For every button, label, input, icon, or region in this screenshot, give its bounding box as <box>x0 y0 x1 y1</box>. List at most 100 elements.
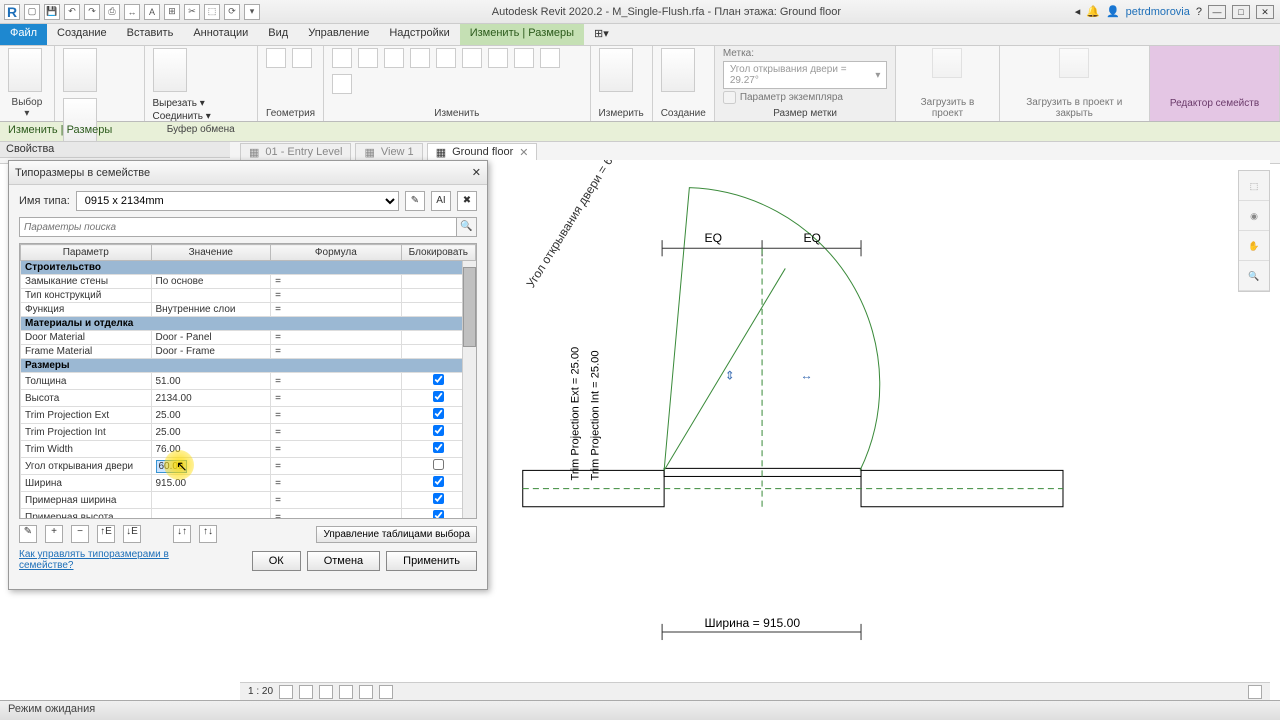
qat-section-icon[interactable]: ✂ <box>184 4 200 20</box>
qat-measure-icon[interactable]: ↔ <box>124 4 140 20</box>
delete-type-icon[interactable]: ✖ <box>457 191 477 211</box>
crop-region-icon[interactable] <box>379 685 393 699</box>
param-row[interactable]: ФункцияВнутренние слои= <box>21 303 476 317</box>
add-param-icon[interactable]: + <box>45 525 63 543</box>
move-down-icon[interactable]: ↓E <box>123 525 141 543</box>
load-close-icon[interactable] <box>1059 48 1089 78</box>
search-icon[interactable]: 🔍 <box>456 218 476 236</box>
split-icon[interactable] <box>462 48 482 68</box>
pin-icon[interactable] <box>332 74 352 94</box>
tab-close-icon[interactable]: ✕ <box>519 146 528 159</box>
join-button[interactable]: Соединить ▾ <box>153 111 211 122</box>
type-name-select[interactable]: 0915 x 2134mm <box>76 191 399 211</box>
qat-save-icon[interactable]: 💾 <box>44 4 60 20</box>
notify-icon[interactable]: 🔔 <box>1086 5 1100 18</box>
user-icon[interactable]: 👤 <box>1106 5 1120 18</box>
param-row[interactable]: Замыкание стеныПо основе= <box>21 275 476 289</box>
qat-dropdown-icon[interactable]: ▾ <box>244 4 260 20</box>
geom-icon-2[interactable] <box>292 48 312 68</box>
create-icon[interactable] <box>661 48 695 92</box>
minimize-button[interactable]: — <box>1208 5 1226 19</box>
cut-button[interactable]: Вырезать ▾ <box>153 98 211 109</box>
select-tool-icon[interactable] <box>8 48 42 92</box>
user-name[interactable]: petrdmorovia <box>1126 6 1190 18</box>
qat-undo-icon[interactable]: ↶ <box>64 4 80 20</box>
visual-style-icon[interactable] <box>299 685 313 699</box>
group-header[interactable]: Строительство⌃ <box>21 261 476 275</box>
move-icon[interactable] <box>332 48 352 68</box>
col-value[interactable]: Значение <box>151 245 271 261</box>
rename-type-icon[interactable]: AI <box>431 191 451 211</box>
param-row[interactable]: Frame MaterialDoor - Frame= <box>21 345 476 359</box>
del-param-icon[interactable]: − <box>71 525 89 543</box>
sort-asc-icon[interactable]: ↓↑ <box>173 525 191 543</box>
measure-icon[interactable] <box>599 48 633 92</box>
param-row[interactable]: Trim Projection Int25.00= <box>21 424 476 441</box>
param-row[interactable]: Угол открывания двери60.00= <box>21 458 476 475</box>
new-type-icon[interactable]: ✎ <box>405 191 425 211</box>
nav-wheel-icon[interactable]: ◉ <box>1239 201 1269 231</box>
help-icon[interactable]: ? <box>1196 6 1202 18</box>
col-parameter[interactable]: Параметр <box>21 245 152 261</box>
load-project-icon[interactable] <box>932 48 962 78</box>
dialog-close-icon[interactable]: ✕ <box>472 166 481 179</box>
tab-modify-dimensions[interactable]: Изменить | Размеры <box>460 24 584 45</box>
detail-level-icon[interactable] <box>279 685 293 699</box>
param-row[interactable]: Тип конструкций= <box>21 289 476 303</box>
instance-param-checkbox[interactable]: Параметр экземпляра <box>723 91 888 104</box>
qat-redo-icon[interactable]: ↷ <box>84 4 100 20</box>
arrow-left-icon[interactable]: ◂ <box>1075 5 1081 18</box>
param-row[interactable]: Примерная ширина= <box>21 492 476 509</box>
param-row[interactable]: Ширина915.00= <box>21 475 476 492</box>
qat-sync-icon[interactable]: ⟳ <box>224 4 240 20</box>
maximize-button[interactable]: □ <box>1232 5 1250 19</box>
param-row[interactable]: Примерная высота= <box>21 509 476 520</box>
close-button[interactable]: ✕ <box>1256 5 1274 19</box>
scrollbar-thumb[interactable] <box>463 267 476 347</box>
geom-icon[interactable] <box>266 48 286 68</box>
apply-button[interactable]: Применить <box>386 551 477 571</box>
search-box[interactable]: 🔍 <box>19 217 477 237</box>
param-row[interactable]: Высота2134.00= <box>21 390 476 407</box>
tab-view[interactable]: Вид <box>258 24 298 45</box>
tab-create[interactable]: Создание <box>47 24 117 45</box>
qat-text-icon[interactable]: A <box>144 4 160 20</box>
shadows-icon[interactable] <box>339 685 353 699</box>
param-row[interactable]: Trim Width76.00= <box>21 441 476 458</box>
parameters-grid[interactable]: Параметр Значение Формула Блокировать Ст… <box>19 243 477 519</box>
ok-button[interactable]: ОК <box>252 551 301 571</box>
col-lock[interactable]: Блокировать <box>401 245 475 261</box>
mirror-icon[interactable] <box>410 48 430 68</box>
nav-pan-icon[interactable]: ✋ <box>1239 231 1269 261</box>
move-up-icon[interactable]: ↑E <box>97 525 115 543</box>
param-row[interactable]: Толщина51.00= <box>21 373 476 390</box>
tab-insert[interactable]: Вставить <box>117 24 184 45</box>
qat-dim-icon[interactable]: ⊞ <box>164 4 180 20</box>
rotate-icon[interactable] <box>384 48 404 68</box>
search-input[interactable] <box>20 218 456 236</box>
crop-icon[interactable] <box>359 685 373 699</box>
tab-annotate[interactable]: Аннотации <box>183 24 258 45</box>
copy-icon[interactable] <box>358 48 378 68</box>
tab-extra-icon[interactable]: ⊞▾ <box>584 24 619 45</box>
marker-dropdown[interactable]: Угол открывания двери = 29.27°▾ <box>723 61 888 89</box>
group-header[interactable]: Материалы и отделка⌃ <box>21 317 476 331</box>
sort-desc-icon[interactable]: ↑↓ <box>199 525 217 543</box>
paste-icon[interactable] <box>153 48 187 92</box>
nav-cube-icon[interactable]: ⬚ <box>1239 171 1269 201</box>
trim-icon[interactable] <box>436 48 456 68</box>
tab-addins[interactable]: Надстройки <box>379 24 459 45</box>
offset-icon[interactable] <box>540 48 560 68</box>
grid-scrollbar[interactable] <box>462 261 476 518</box>
nav-zoom-icon[interactable]: 🔍 <box>1239 261 1269 291</box>
scroll-left-icon[interactable] <box>1248 685 1262 699</box>
sun-path-icon[interactable] <box>319 685 333 699</box>
manage-lookup-button[interactable]: Управление таблицами выбора <box>316 526 477 543</box>
help-link[interactable]: Как управлять типоразмерами в семействе? <box>19 549 179 571</box>
qat-print-icon[interactable]: ⎙ <box>104 4 120 20</box>
properties-icon[interactable] <box>63 48 97 92</box>
cancel-button[interactable]: Отмена <box>307 551 380 571</box>
new-param-icon[interactable]: ✎ <box>19 525 37 543</box>
group-header[interactable]: Размеры⌃ <box>21 359 476 373</box>
scale-value[interactable]: 1 : 20 <box>248 686 273 697</box>
